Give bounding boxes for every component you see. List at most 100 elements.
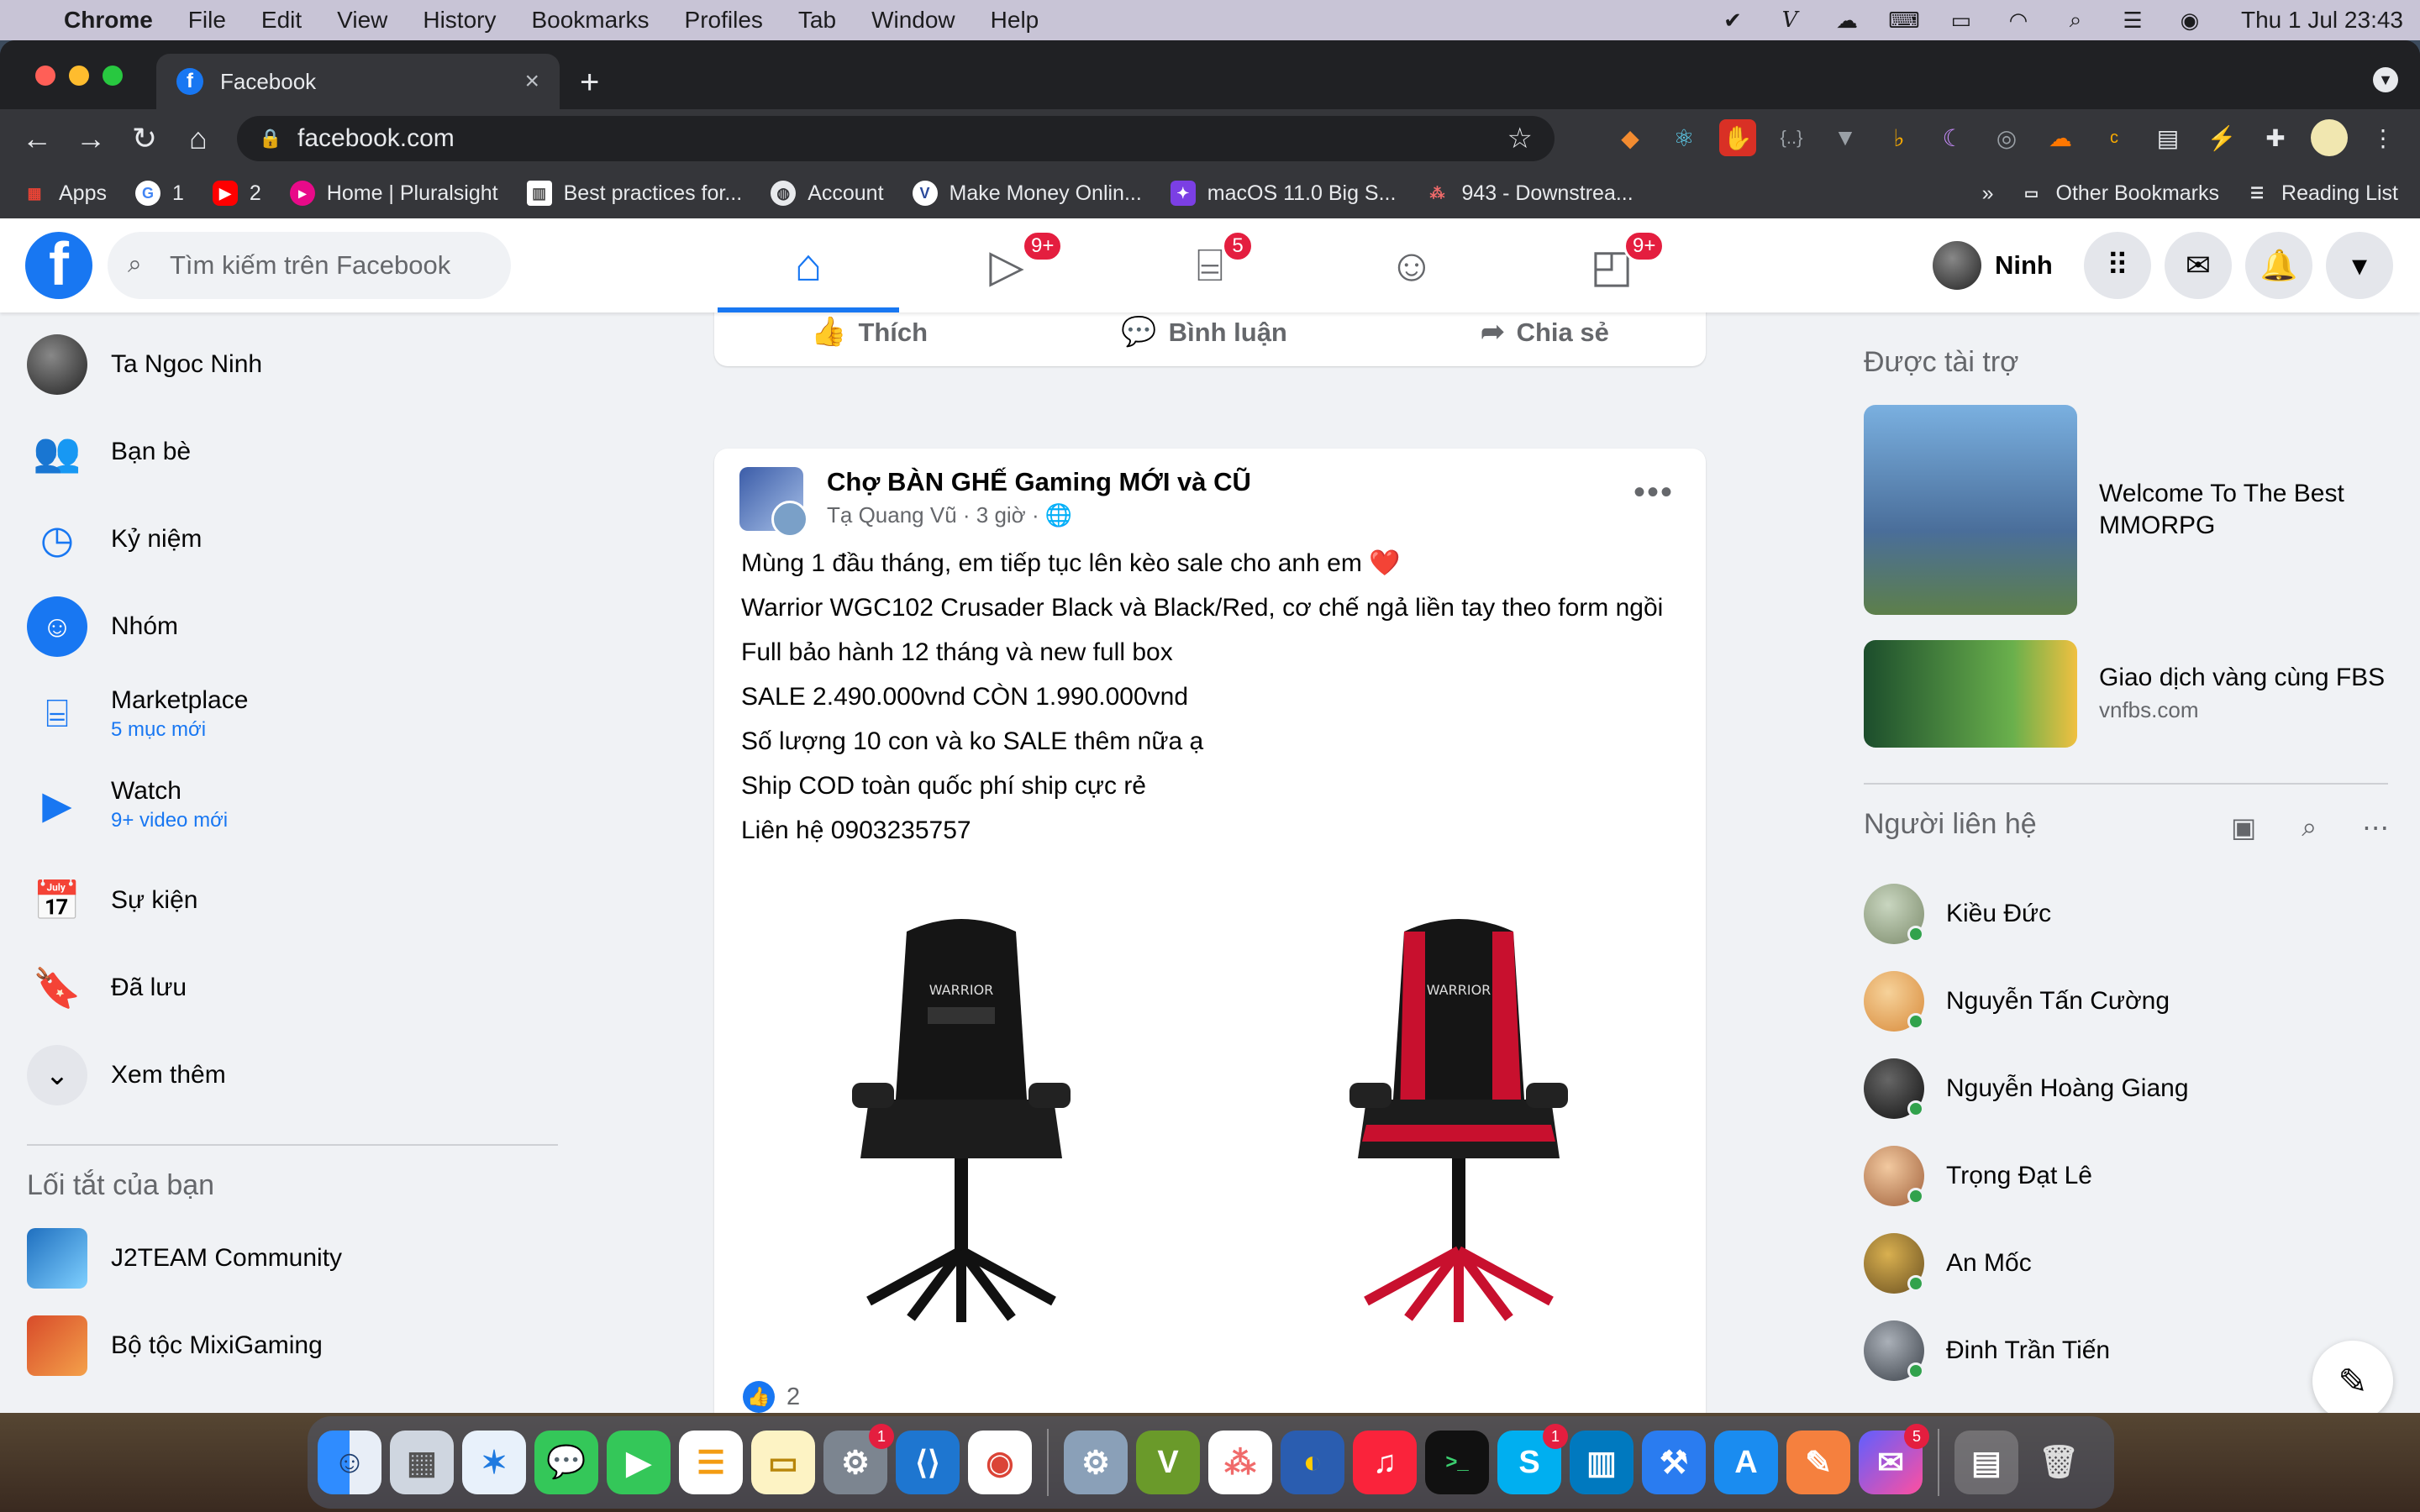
finder-icon[interactable]: ☺ [318,1431,381,1494]
nav-home-tab[interactable]: ⌂ [718,218,899,312]
post-time[interactable]: 3 giờ [976,502,1026,528]
menu-app-name[interactable]: Chrome [64,7,153,34]
json-formatter-icon[interactable]: {..} [1773,119,1810,156]
chrome-profile-avatar[interactable] [2311,119,2348,156]
reading-list[interactable]: ☰ Reading List [2244,181,2398,206]
bookmark-account[interactable]: ◍ Account [771,181,884,206]
control-center-icon[interactable]: ☰ [2118,8,2147,33]
bookmark-macos[interactable]: ✦ macOS 11.0 Big S... [1170,181,1396,206]
sketch-pen-icon[interactable]: ✎ [1786,1431,1850,1494]
reload-button[interactable]: ↻ [118,112,171,165]
facebook-search-input[interactable]: ⌕ Tìm kiếm trên Facebook [108,232,511,299]
chrome-icon[interactable]: ◉ [968,1431,1032,1494]
tab-facebook[interactable]: f Facebook × [156,54,560,109]
comment-button[interactable]: 💬 Bình luận [1121,315,1287,349]
nav-marketplace-tab[interactable]: ⌸ 5 [1119,218,1301,312]
notes-icon[interactable]: ▭ [751,1431,815,1494]
nav-gaming-tab[interactable]: ◰ 9+ [1521,218,1702,312]
contact-item[interactable]: Nguyễn Tấn Cường [1864,971,2170,1032]
nav-watch-tab[interactable]: ▷ 9+ [916,218,1097,312]
account-menu-button[interactable]: ▾ [2326,232,2393,299]
extension-ring-icon[interactable]: ◎ [1988,119,2025,156]
address-bar[interactable]: 🔒 facebook.com ☆ [237,116,1555,161]
wifi-icon[interactable]: ◠ [2004,8,2033,33]
messages-icon[interactable]: 💬 [534,1431,598,1494]
sidebar-item-saved[interactable]: 🔖 Đã lưu [27,958,187,1018]
extension-moon-icon[interactable]: ☾ [1934,119,1971,156]
menu-history[interactable]: History [423,7,496,34]
extension-flame-icon[interactable]: ◆ [1612,119,1649,156]
menu-file[interactable]: File [188,7,226,34]
share-button[interactable]: ➦ Chia sẻ [1481,315,1609,349]
cloud-status-icon[interactable]: ☁ [1833,8,1861,33]
url-text[interactable]: facebook.com [297,124,455,153]
bookmarks-overflow-button[interactable]: » [1982,181,1994,206]
menu-help[interactable]: Help [991,7,1039,34]
nav-groups-tab[interactable]: ☺ [1321,218,1502,312]
app-store-icon[interactable]: A [1714,1431,1778,1494]
menu-window[interactable]: Window [871,7,955,34]
sidebar-item-memories[interactable]: ◷ Kỷ niệm [27,509,202,570]
contact-item[interactable]: An Mốc [1864,1233,2032,1294]
sidebar-item-profile[interactable]: Ta Ngoc Ninh [27,334,262,395]
menu-tab[interactable]: Tab [798,7,836,34]
extension-c-icon[interactable]: c [2096,119,2133,156]
asana-icon[interactable]: ⁂ [1208,1431,1272,1494]
shortcut-j2team[interactable]: J2TEAM Community [27,1228,342,1289]
sidebar-item-marketplace[interactable]: ⌸ Marketplace 5 mục mới [27,684,248,744]
tab-search-icon[interactable]: ▼ [2373,67,2398,92]
messenger-button[interactable]: ✉ [2165,232,2232,299]
sidebar-item-groups[interactable]: ☺ Nhóm [27,596,178,657]
contact-item[interactable]: Đinh Trần Tiến [1864,1320,2110,1381]
xcode-icon[interactable]: ⚒ [1642,1431,1706,1494]
sponsored-ad-fbs[interactable]: Giao dịch vàng cùng FBS vnfbs.com [1864,640,2385,748]
spotlight-search-icon[interactable]: ⌕ [2061,7,2090,32]
new-room-video-icon[interactable]: ▣ [2231,811,2256,843]
forward-button[interactable]: → [64,112,118,165]
new-tab-button[interactable]: + [580,64,599,102]
other-bookmarks[interactable]: ▭ Other Bookmarks [2019,181,2219,206]
sidebar-item-friends[interactable]: 👥 Bạn bè [27,422,191,482]
extension-page-icon[interactable]: ▤ [2149,119,2186,156]
contacts-search-icon[interactable]: ⌕ [2302,811,2317,843]
trello-icon[interactable]: ▥ [1570,1431,1634,1494]
bookmark-apps[interactable]: ▦ Apps [22,181,107,206]
home-button[interactable]: ⌂ [171,112,225,165]
affinity-icon[interactable]: ◐ [1281,1431,1344,1494]
contact-item[interactable]: Trọng Đạt Lê [1864,1146,2092,1206]
soundcloud-icon[interactable]: ☁ [2042,119,2079,156]
reaction-summary[interactable]: 👍 2 [743,1381,800,1413]
sidebar-item-events[interactable]: 📅 Sự kiện [27,870,197,931]
checkmark-status-icon[interactable]: ✔ [1718,8,1747,33]
contact-item[interactable]: Nguyễn Hoàng Giang [1864,1058,2189,1119]
chair-black-photo[interactable]: WARRIOR [714,869,1208,1364]
system-utility-icon[interactable]: ⚙ [1064,1431,1128,1494]
downloads-stack-icon[interactable]: ▤ [1954,1431,2018,1494]
menu-bookmarks[interactable]: Bookmarks [531,7,649,34]
back-button[interactable]: ← [10,112,64,165]
new-message-button[interactable]: ✎ [2312,1341,2393,1413]
menu-profiles[interactable]: Profiles [685,7,763,34]
skype-icon[interactable]: S1 [1497,1424,1568,1494]
vim-icon[interactable]: V [1136,1431,1200,1494]
chrome-menu-icon[interactable]: ⋮ [2365,119,2402,156]
siri-icon[interactable]: ◉ [2175,8,2204,33]
extension-bolt-icon[interactable]: ⚡ [2203,119,2240,156]
like-button[interactable]: 👍 Thích [811,315,928,349]
extension-leaf-icon[interactable]: ♭ [1881,119,1918,156]
safari-icon[interactable]: ✶ [462,1431,526,1494]
bookmark-pluralsight[interactable]: ▸ Home | Pluralsight [289,181,498,206]
messenger-app-icon[interactable]: ✉ 5 [1859,1424,1929,1494]
post-group-name[interactable]: Chợ BÀN GHẾ Gaming MỚI và CŨ [827,467,1251,497]
contact-item[interactable]: Kiều Đức [1864,884,2051,944]
music-icon[interactable]: ♫ [1353,1431,1417,1494]
extensions-puzzle-icon[interactable]: ✚ [2257,119,2294,156]
bookmark-youtube[interactable]: ▶ 2 [212,181,261,206]
bookmark-google[interactable]: G1 [134,181,184,206]
author-avatar[interactable] [771,501,808,538]
react-devtools-icon[interactable]: ⚛ [1665,119,1702,156]
menu-view[interactable]: View [337,7,387,34]
menu-grid-button[interactable]: ⠿ [2084,232,2151,299]
v-status-icon[interactable]: V [1776,8,1804,33]
sponsored-ad-mmorpg[interactable]: Welcome To The Best MMORPG [1864,405,2376,615]
